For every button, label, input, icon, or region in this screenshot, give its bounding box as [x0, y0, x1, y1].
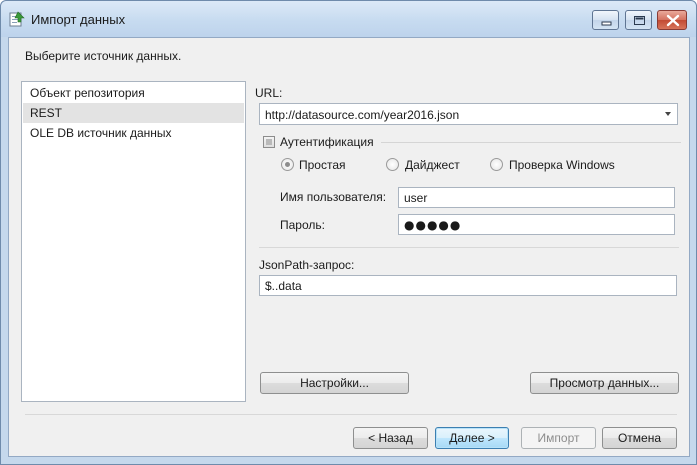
footer-divider — [25, 414, 677, 415]
password-value: ●●●●● — [404, 218, 462, 232]
minimize-button[interactable] — [592, 10, 619, 30]
instruction-text: Выберите источник данных. — [25, 49, 182, 63]
close-icon — [666, 14, 680, 27]
import-dialog-window: Импорт данных Выберите источник данных. … — [0, 0, 697, 465]
title-bar[interactable]: Импорт данных — [1, 1, 696, 37]
source-item-repository[interactable]: Объект репозитория — [23, 83, 244, 103]
authentication-label: Аутентификация — [280, 135, 374, 149]
jsonpath-value: $..data — [265, 279, 302, 293]
preview-data-button[interactable]: Просмотр данных... — [530, 372, 679, 394]
auth-digest-radio[interactable] — [386, 158, 399, 171]
dialog-client-area: Выберите источник данных. Объект репозит… — [8, 37, 690, 457]
source-item-oledb[interactable]: OLE DB источник данных — [23, 123, 244, 143]
auth-digest-label: Дайджест — [405, 158, 460, 172]
maximize-button[interactable] — [625, 10, 652, 30]
import-app-icon — [9, 11, 25, 27]
import-button[interactable]: Импорт — [521, 427, 596, 449]
next-button[interactable]: Далее > — [435, 427, 509, 449]
window-title: Импорт данных — [31, 12, 126, 27]
jsonpath-label: JsonPath-запрос: — [259, 258, 355, 272]
auth-simple-label: Простая — [299, 158, 346, 172]
username-input[interactable]: user — [398, 187, 675, 208]
auth-simple-radio[interactable] — [281, 158, 294, 171]
username-label: Имя пользователя: — [280, 190, 387, 204]
cancel-button[interactable]: Отмена — [602, 427, 677, 449]
url-label: URL: — [255, 86, 283, 100]
authentication-checkbox[interactable] — [263, 136, 275, 148]
close-button[interactable] — [657, 10, 687, 30]
auth-windows-label: Проверка Windows — [509, 158, 615, 172]
auth-windows-radio[interactable] — [490, 158, 503, 171]
username-value: user — [404, 191, 428, 205]
jsonpath-input[interactable]: $..data — [259, 275, 677, 296]
password-input[interactable]: ●●●●● — [398, 214, 675, 235]
back-button[interactable]: < Назад — [353, 427, 428, 449]
settings-button[interactable]: Настройки... — [260, 372, 409, 394]
section-divider — [259, 247, 679, 248]
data-source-list[interactable]: Объект репозитория REST OLE DB источник … — [21, 81, 246, 402]
minimize-icon — [601, 21, 612, 26]
authentication-group-divider — [381, 142, 681, 143]
url-combobox[interactable]: http://datasource.com/year2016.json — [259, 103, 678, 125]
url-value: http://datasource.com/year2016.json — [265, 108, 460, 122]
chevron-down-icon[interactable] — [665, 112, 671, 116]
source-item-rest[interactable]: REST — [23, 103, 244, 123]
password-label: Пароль: — [280, 218, 325, 232]
maximize-icon — [634, 16, 645, 25]
